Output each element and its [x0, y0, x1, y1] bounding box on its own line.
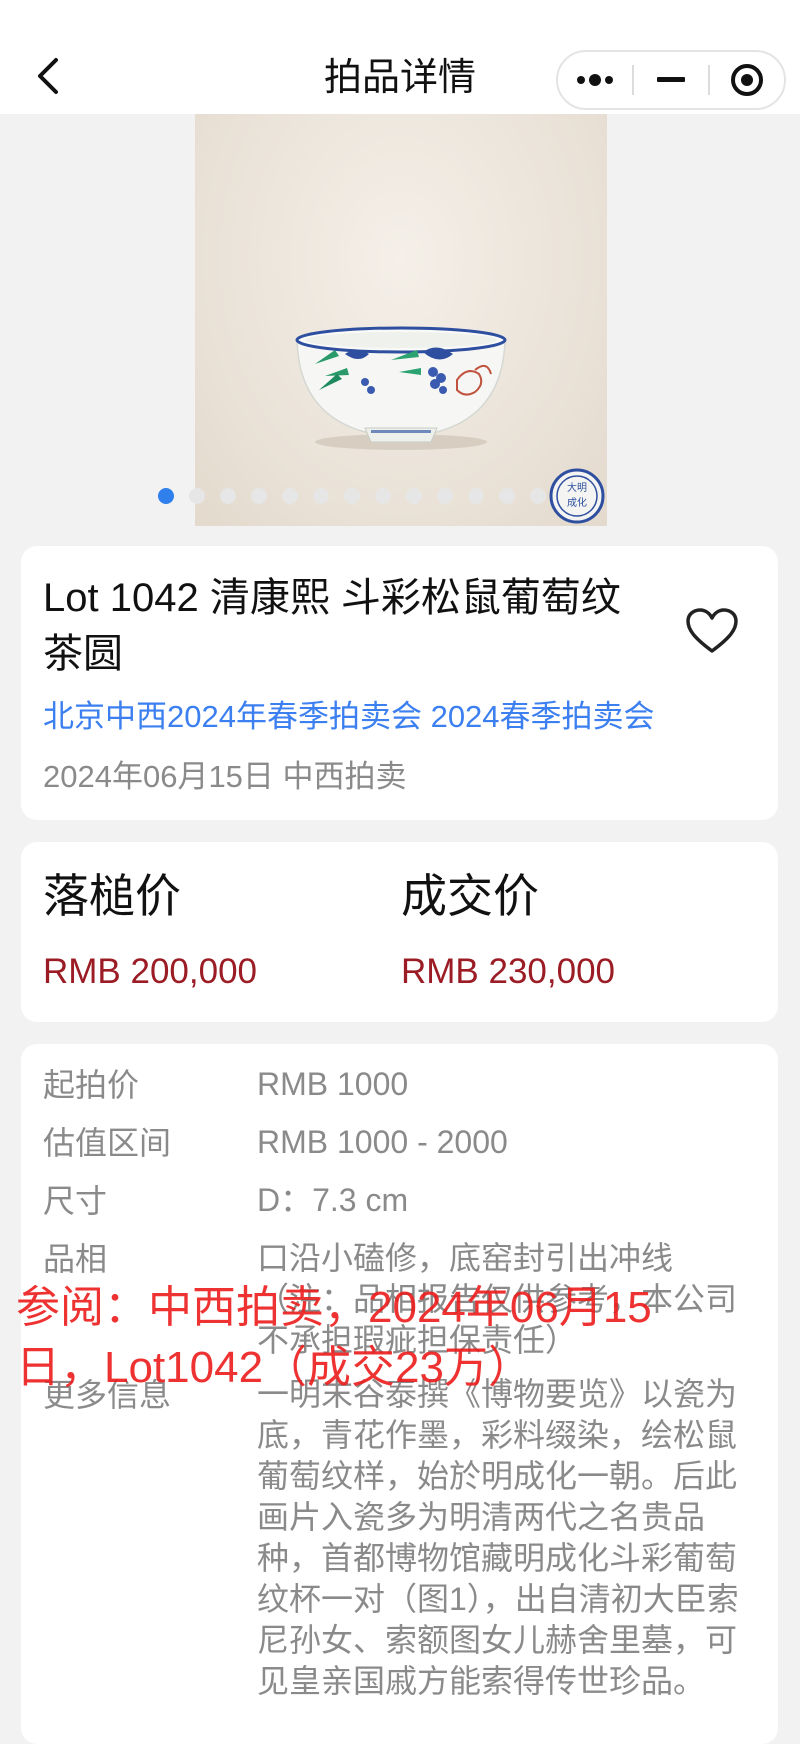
carousel-dot[interactable]	[468, 488, 484, 504]
lot-photo[interactable]: 大明 成化	[195, 114, 607, 526]
detail-key: 品相	[43, 1241, 108, 1277]
target-close-icon	[731, 64, 763, 96]
deal-price-label: 成交价	[401, 870, 539, 922]
lot-title: Lot 1042 清康熙 斗彩松鼠葡萄纹茶圆	[43, 576, 621, 676]
auction-session-link[interactable]: 北京中西2024年春季拍卖会 2024春季拍卖会	[43, 696, 655, 738]
price-card: 落槌价 RMB 200,000 成交价 RMB 230,000	[21, 842, 778, 1022]
hammer-price-block: 落槌价 RMB 200,000	[43, 864, 257, 994]
carousel-dot[interactable]	[375, 488, 391, 504]
detail-value: D：7.3 cm	[257, 1182, 409, 1218]
carousel-dots	[158, 488, 546, 504]
detail-value: RMB 1000	[257, 1066, 409, 1102]
detail-key: 尺寸	[43, 1183, 108, 1219]
more-button[interactable]	[558, 52, 632, 108]
lot-detail-card: 起拍价 RMB 1000 估值区间 RMB 1000 - 2000 尺寸 D：7…	[21, 1044, 778, 1744]
detail-value: RMB 1000 - 2000	[257, 1124, 508, 1160]
porcelain-bowl-image: 大明 成化	[295, 326, 605, 524]
carousel-dot[interactable]	[282, 488, 298, 504]
auction-date-house: 2024年06月15日 中西拍卖	[43, 759, 407, 794]
carousel-dot[interactable]	[189, 488, 205, 504]
favorite-button[interactable]	[681, 600, 743, 662]
capsule-menu	[556, 50, 786, 110]
carousel-dot[interactable]	[220, 488, 236, 504]
image-carousel[interactable]: 大明 成化	[0, 114, 800, 526]
more-dots-icon	[577, 74, 613, 86]
detail-key: 起拍价	[43, 1067, 140, 1103]
carousel-dot[interactable]	[251, 488, 267, 504]
carousel-dot[interactable]	[158, 488, 174, 504]
minimize-icon	[657, 77, 685, 82]
carousel-dot[interactable]	[344, 488, 360, 504]
detail-value: 口沿小磕修，底窑封引出冲线（注：品相报告仅供参考，本公司不承担瑕疵担保责任）	[257, 1240, 738, 1358]
minimize-button[interactable]	[634, 52, 708, 108]
lot-info-card: Lot 1042 清康熙 斗彩松鼠葡萄纹茶圆 北京中西2024年春季拍卖会 20…	[21, 546, 778, 820]
svg-text:大明: 大明	[567, 481, 587, 494]
heart-outline-icon	[686, 608, 738, 653]
close-button[interactable]	[710, 52, 784, 108]
carousel-dot[interactable]	[313, 488, 329, 504]
carousel-dot[interactable]	[437, 488, 453, 504]
hammer-price-label: 落槌价	[43, 870, 181, 922]
deal-price-value: RMB 230,000	[401, 952, 616, 991]
carousel-dot[interactable]	[406, 488, 422, 504]
deal-price-block: 成交价 RMB 230,000	[401, 864, 615, 994]
detail-key: 估值区间	[43, 1125, 172, 1161]
detail-value: 一明末谷泰撰《博物要览》以瓷为底，青花作墨，彩料缀染，绘松鼠葡萄纹样，始於明成化…	[257, 1376, 739, 1699]
carousel-dot[interactable]	[499, 488, 515, 504]
hammer-price-value: RMB 200,000	[43, 952, 258, 991]
detail-key: 更多信息	[43, 1377, 172, 1413]
carousel-dot[interactable]	[530, 488, 546, 504]
nav-bar: 拍品详情	[0, 0, 800, 114]
svg-text:成化: 成化	[567, 496, 587, 509]
